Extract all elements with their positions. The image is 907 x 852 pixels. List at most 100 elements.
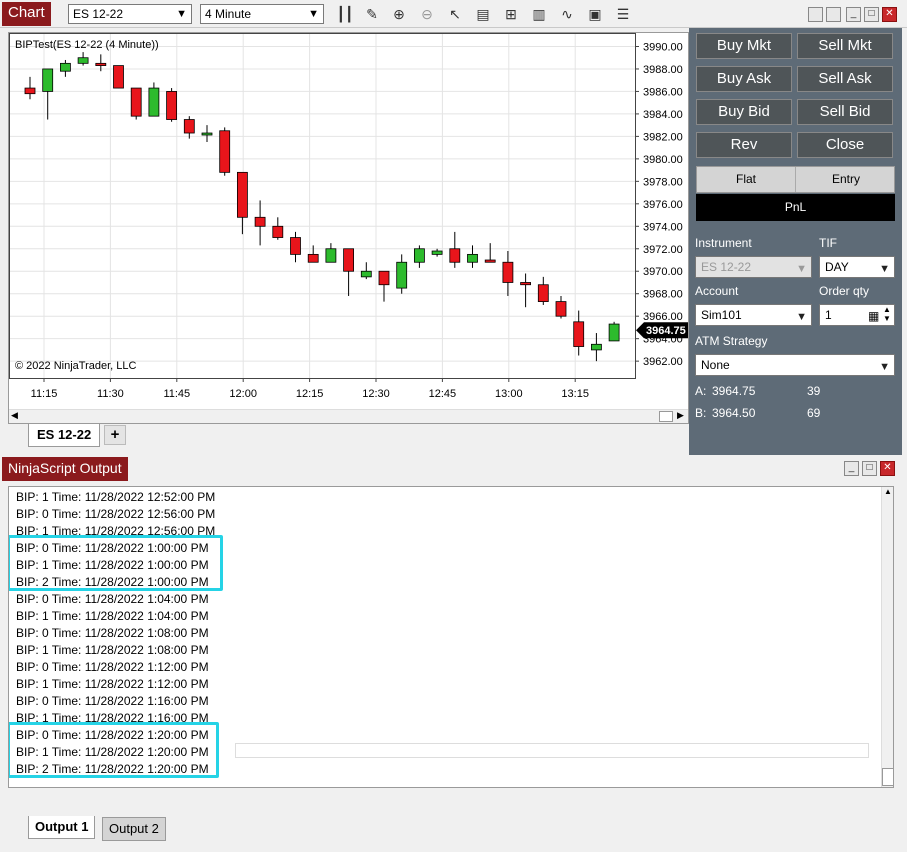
x-tick-label: 11:30	[97, 388, 124, 400]
candle-body	[431, 250, 443, 255]
chart-panel[interactable]: 3990.00 3988.00 3986.00 3984.00 3982.00 3980.…	[8, 32, 689, 424]
plot-border	[9, 33, 636, 379]
data-box-icon[interactable]: ▤	[474, 5, 492, 23]
output-vertical-scrollbar[interactable]: ▲ ▼	[881, 487, 893, 787]
tab-es-12-22[interactable]: ES 12-22	[28, 424, 101, 447]
scroll-down-icon[interactable]: ▼	[884, 786, 892, 787]
bid-price: 3964.50	[712, 406, 756, 420]
qty-stepper[interactable]: ▲ ▼	[883, 305, 891, 323]
y-tick-label: 3968.00	[643, 289, 683, 301]
y-tick-label: 3990.00	[643, 41, 683, 53]
entry-label: Entry	[831, 172, 860, 186]
chart-window: Chart ES 12-22 ▼ 4 Minute ▼ ┃┃ ✎ ⊕ ⊖ ↖ ▤…	[0, 0, 907, 455]
candle-body	[290, 237, 301, 255]
list-icon[interactable]: ☰	[614, 5, 632, 23]
instrument-field-value: ES 12-22	[701, 260, 752, 274]
minimize-icon[interactable]: _	[844, 461, 859, 476]
candle-body	[343, 248, 355, 272]
ask-price: 3964.75	[712, 384, 756, 398]
close-position-button[interactable]: Close	[797, 132, 893, 158]
instrument-selector-value: ES 12-22	[73, 7, 124, 21]
zoom-out-icon[interactable]: ⊖	[418, 5, 436, 23]
scroll-right-icon[interactable]: ▶	[677, 410, 684, 421]
instrument-label: Instrument	[695, 236, 752, 250]
candle-body	[148, 87, 160, 117]
candle-body	[449, 248, 461, 263]
candle-body	[272, 225, 284, 238]
tif-select-value: DAY	[825, 260, 849, 274]
properties-icon[interactable]: ⊞	[502, 5, 520, 23]
chevron-down-icon: ▼	[796, 311, 807, 323]
candle-body	[573, 321, 585, 347]
ask-size: 39	[807, 384, 821, 398]
tif-select[interactable]: DAY ▼	[819, 256, 895, 278]
y-tick-label: 3970.00	[643, 266, 683, 278]
tab-output-2[interactable]: Output 2	[102, 817, 166, 841]
scroll-thumb[interactable]	[882, 768, 893, 786]
close-icon[interactable]: ✕	[880, 461, 895, 476]
zoom-in-icon[interactable]: ⊕	[390, 5, 408, 23]
minimize-icon[interactable]: _	[846, 7, 861, 22]
templates-icon[interactable]: ▣	[586, 5, 604, 23]
candle-body	[325, 248, 337, 263]
x-tick-label: 12:45	[429, 388, 457, 400]
scroll-up-icon[interactable]: ▲	[884, 487, 892, 496]
rev-button[interactable]: Rev	[696, 132, 792, 158]
interval-selector[interactable]: 4 Minute ▼	[200, 4, 324, 24]
candle-body	[24, 87, 36, 95]
y-tick-label: 3988.00	[643, 64, 683, 76]
x-tick-label: 13:00	[495, 388, 523, 400]
candle-body	[520, 282, 532, 286]
x-tick-label: 11:15	[31, 388, 58, 400]
account-label: Account	[695, 284, 739, 298]
output-line: BIP: 1 Time: 11/28/2022 1:08:00 PM	[16, 643, 209, 657]
x-tick-label: 12:00	[229, 388, 257, 400]
chevron-down-icon: ▼	[879, 361, 890, 373]
chart-title-bar: Chart ES 12-22 ▼ 4 Minute ▼ ┃┃ ✎ ⊕ ⊖ ↖ ▤…	[0, 0, 907, 28]
sell-mkt-button[interactable]: Sell Mkt	[797, 33, 893, 59]
sell-bid-button[interactable]: Sell Bid	[797, 99, 893, 125]
bid-label: B:	[695, 406, 707, 420]
candle-body	[555, 301, 567, 317]
window-option-button[interactable]	[826, 7, 841, 22]
candle-body	[484, 259, 496, 263]
output-line: BIP: 0 Time: 11/28/2022 1:04:00 PM	[16, 592, 209, 606]
buy-ask-button[interactable]: Buy Ask	[696, 66, 792, 92]
indicators-icon[interactable]: ▥	[530, 5, 548, 23]
candle-body	[413, 248, 425, 263]
chart-horizontal-scrollbar[interactable]: ◀ ▶	[9, 409, 688, 423]
candle-body	[130, 87, 142, 117]
candle-body	[183, 119, 195, 134]
candle-body	[591, 343, 602, 351]
candle-body	[219, 130, 231, 173]
output-text-area[interactable]: BIP: 1 Time: 11/28/2022 12:52:00 PM BIP: …	[8, 486, 894, 788]
tab-output-1[interactable]: Output 1	[28, 816, 96, 839]
maximize-icon[interactable]: □	[862, 461, 877, 476]
candle-body	[502, 261, 514, 283]
add-tab-button[interactable]: +	[104, 425, 126, 445]
calculator-icon[interactable]: ▦	[868, 306, 879, 326]
pnl-display: PnL	[696, 194, 895, 221]
account-select[interactable]: Sim101 ▼	[695, 304, 812, 326]
candle-body	[42, 68, 54, 92]
instrument-selector[interactable]: ES 12-22 ▼	[68, 4, 192, 24]
y-tick-label: 3978.00	[643, 176, 683, 188]
scroll-left-icon[interactable]: ◀	[11, 410, 18, 421]
buy-bid-button[interactable]: Buy Bid	[696, 99, 792, 125]
candle-body	[396, 261, 408, 289]
close-icon[interactable]: ✕	[882, 7, 897, 22]
scroll-thumb[interactable]	[659, 411, 673, 422]
draw-pencil-icon[interactable]: ✎	[363, 5, 381, 23]
chart-window-title: Chart	[2, 2, 51, 26]
pointer-icon[interactable]: ↖	[446, 5, 464, 23]
bar-type-icon[interactable]: ┃┃	[336, 5, 354, 23]
order-qty-input[interactable]: 1 ▦ ▲ ▼	[819, 304, 895, 326]
strategies-icon[interactable]: ∿	[558, 5, 576, 23]
chevron-down-icon: ▼	[176, 8, 187, 20]
window-option-button[interactable]	[808, 7, 823, 22]
atm-strategy-select[interactable]: None ▼	[695, 354, 895, 376]
order-qty-value: 1	[825, 308, 832, 322]
maximize-icon[interactable]: □	[864, 7, 879, 22]
sell-ask-button[interactable]: Sell Ask	[797, 66, 893, 92]
buy-mkt-button[interactable]: Buy Mkt	[696, 33, 792, 59]
